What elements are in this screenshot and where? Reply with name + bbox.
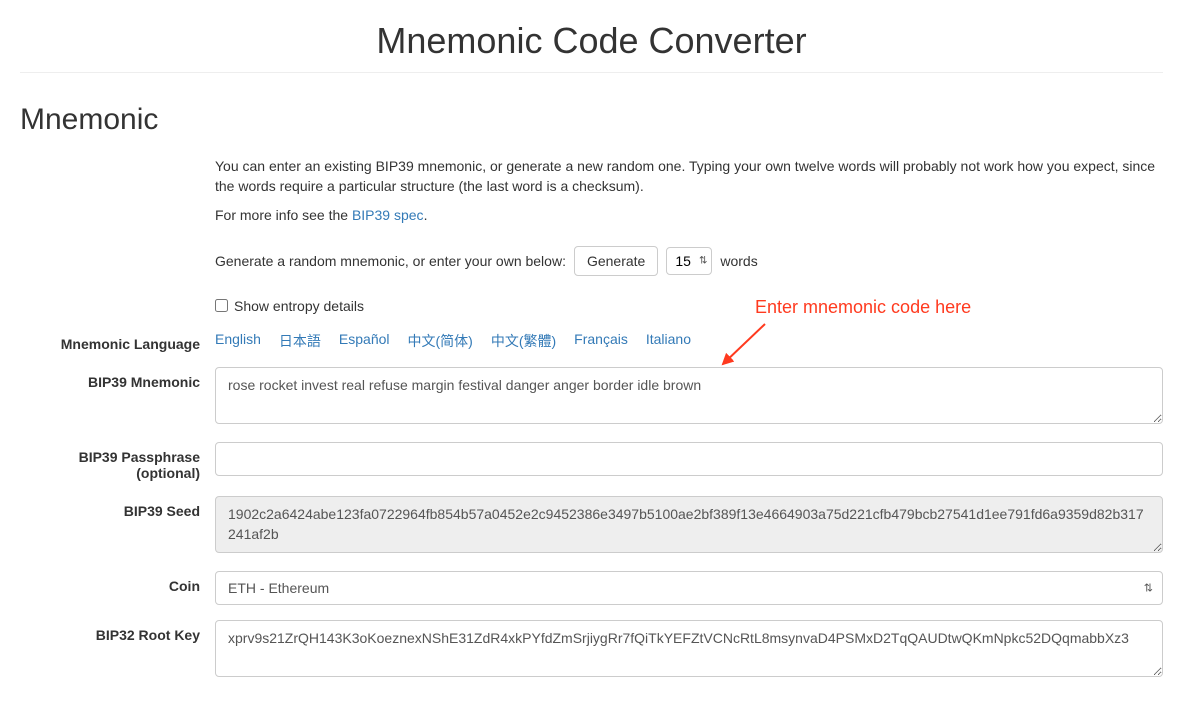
lang-japanese[interactable]: 日本語: [279, 331, 321, 351]
language-label: Mnemonic Language: [20, 329, 215, 352]
language-links: English 日本語 Español 中文(简体) 中文(繁體) França…: [215, 329, 1163, 351]
word-count-select[interactable]: 15: [666, 247, 712, 275]
seed-output[interactable]: [215, 496, 1163, 553]
section-heading: Mnemonic: [20, 103, 1163, 137]
generate-suffix: words: [720, 253, 757, 269]
mnemonic-input[interactable]: [215, 367, 1163, 424]
passphrase-label: BIP39 Passphrase (optional): [20, 442, 215, 481]
seed-label: BIP39 Seed: [20, 496, 215, 519]
mnemonic-label: BIP39 Mnemonic: [20, 367, 215, 390]
lang-chinese-traditional[interactable]: 中文(繁體): [491, 331, 556, 351]
entropy-checkbox[interactable]: [215, 299, 228, 312]
lang-spanish[interactable]: Español: [339, 331, 390, 351]
intro-suffix: .: [424, 207, 428, 223]
coin-label: Coin: [20, 571, 215, 594]
root-key-label: BIP32 Root Key: [20, 620, 215, 643]
entropy-label: Show entropy details: [234, 298, 364, 314]
intro-prefix: For more info see the: [215, 207, 352, 223]
intro-text-2: For more info see the BIP39 spec.: [215, 206, 1163, 226]
passphrase-input[interactable]: [215, 442, 1163, 476]
generate-button[interactable]: Generate: [574, 246, 658, 276]
coin-select[interactable]: ETH - Ethereum: [215, 571, 1163, 605]
page-title: Mnemonic Code Converter: [20, 20, 1163, 62]
intro-text-1: You can enter an existing BIP39 mnemonic…: [215, 157, 1163, 196]
root-key-output[interactable]: [215, 620, 1163, 677]
generate-prefix: Generate a random mnemonic, or enter you…: [215, 253, 566, 269]
lang-italian[interactable]: Italiano: [646, 331, 691, 351]
lang-english[interactable]: English: [215, 331, 261, 351]
lang-french[interactable]: Français: [574, 331, 628, 351]
divider: [20, 72, 1163, 73]
bip39-spec-link[interactable]: BIP39 spec: [352, 207, 424, 223]
lang-chinese-simplified[interactable]: 中文(简体): [408, 331, 473, 351]
